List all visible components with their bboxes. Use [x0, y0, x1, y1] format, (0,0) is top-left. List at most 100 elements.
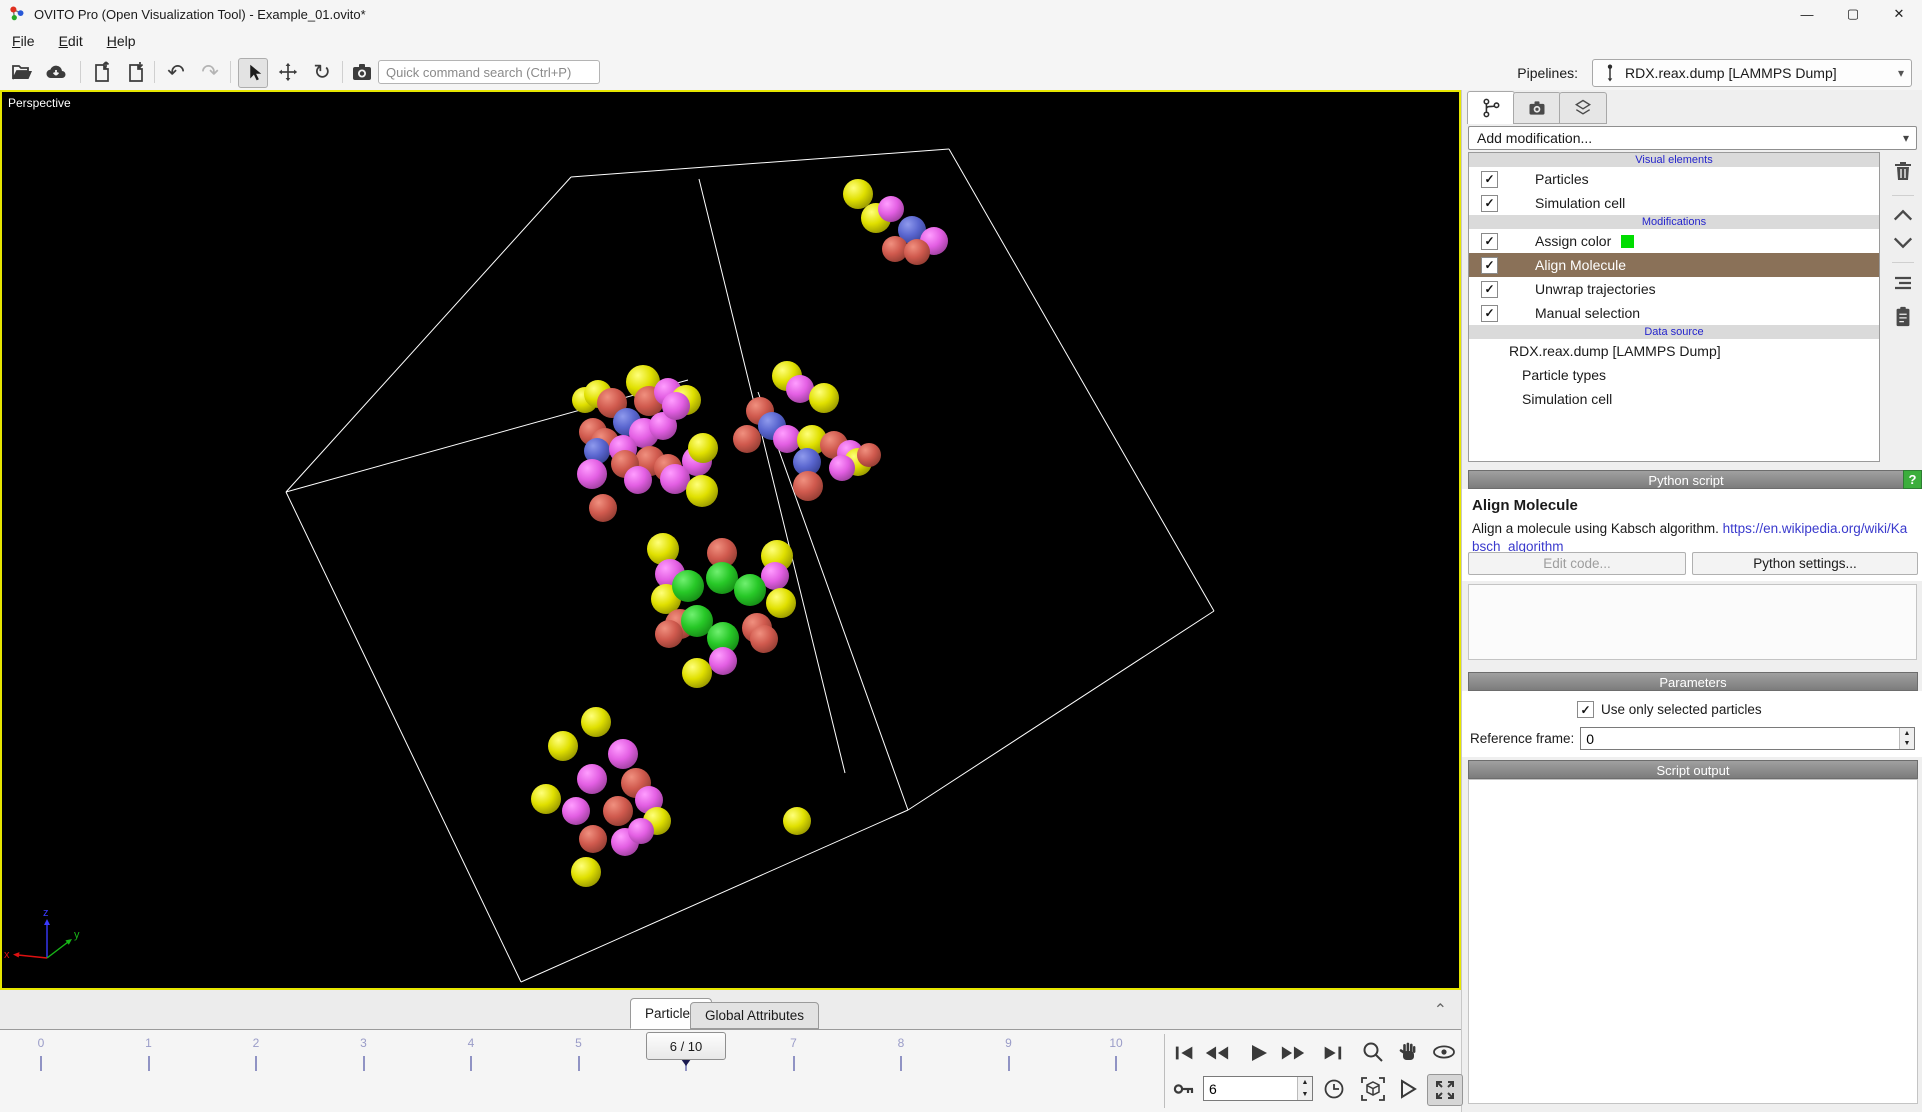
spin-up-icon[interactable]: ▲ [1900, 728, 1914, 739]
maximize-button[interactable]: ▢ [1830, 0, 1876, 28]
orbit-mode-button[interactable] [1427, 1037, 1461, 1067]
pipeline-item-particles[interactable]: ✓ Particles [1469, 167, 1879, 191]
timeline-tick-mark [40, 1056, 42, 1071]
close-button[interactable]: ✕ [1876, 0, 1922, 28]
molecule-particles[interactable] [531, 179, 948, 887]
timeline-slider-handle[interactable]: 6 / 10 [646, 1032, 726, 1060]
pan-mode-button[interactable] [1391, 1037, 1425, 1067]
pipeline-item-rdx-reax-dump-lammps-dump-[interactable]: RDX.reax.dump [LAMMPS Dump] [1469, 339, 1879, 363]
tab-render[interactable] [1513, 92, 1561, 124]
pipeline-item-simulation-cell[interactable]: ✓ Simulation cell [1469, 191, 1879, 215]
spin-down-icon[interactable]: ▼ [1298, 1089, 1312, 1101]
jump-last-frame-button[interactable] [1315, 1038, 1349, 1068]
delete-modifier-icon[interactable] [1891, 158, 1915, 184]
timeline-tick-mark [1115, 1056, 1117, 1071]
tab-global-attributes-label: Global Attributes [705, 1008, 804, 1023]
pipeline-icon [1601, 63, 1619, 83]
rotate-mode-icon[interactable]: ↻ [308, 58, 336, 86]
color-swatch[interactable] [1621, 235, 1634, 248]
timeline-tick-label: 4 [468, 1036, 475, 1050]
move-mode-icon[interactable] [274, 58, 302, 86]
menu-help[interactable]: Help [95, 30, 148, 52]
reference-frame-input[interactable] [1581, 728, 1899, 749]
redo-icon[interactable]: ↷ [196, 58, 224, 86]
pipeline-item-particle-types[interactable]: Particle types [1469, 363, 1879, 387]
item-label: Unwrap trajectories [1535, 281, 1656, 297]
script-editor-area [1468, 584, 1917, 660]
list-options-icon[interactable] [1891, 274, 1915, 292]
ovito-window: OVITO Pro (Open Visualization Tool) - Ex… [0, 0, 1922, 1112]
item-checkbox[interactable]: ✓ [1481, 195, 1498, 212]
load-session-icon[interactable] [88, 58, 116, 86]
timeline-tick-label: 10 [1109, 1036, 1122, 1050]
spin-up-icon[interactable]: ▲ [1298, 1077, 1312, 1089]
pipeline-item-simulation-cell[interactable]: Simulation cell [1469, 387, 1879, 411]
collapse-inspector-icon[interactable]: ⌃ [1434, 1000, 1447, 1020]
menu-edit[interactable]: Edit [47, 30, 95, 52]
zoom-mode-button[interactable] [1356, 1037, 1390, 1067]
tab-overlays[interactable] [1559, 92, 1607, 124]
window-controls: — ▢ ✕ [1784, 0, 1922, 28]
move-down-icon[interactable] [1892, 235, 1914, 251]
spin-down-icon[interactable]: ▼ [1900, 739, 1914, 750]
item-label: Particles [1535, 171, 1589, 187]
timeline-tick-mark [793, 1056, 795, 1071]
svg-text:y: y [74, 929, 80, 941]
minimize-button[interactable]: — [1784, 0, 1830, 28]
save-session-icon[interactable] [122, 58, 150, 86]
timeline-tick-mark [900, 1056, 902, 1071]
item-checkbox[interactable]: ✓ [1481, 233, 1498, 250]
add-modification-dropdown[interactable]: Add modification... ▾ [1468, 126, 1917, 150]
menu-file[interactable]: File [0, 30, 47, 52]
item-label: Particle types [1522, 367, 1606, 383]
item-checkbox[interactable]: ✓ [1481, 257, 1498, 274]
tab-global-attributes[interactable]: Global Attributes [690, 1002, 819, 1029]
script-output-area [1468, 779, 1918, 1104]
pipeline-list-toolbar [1886, 152, 1920, 336]
animation-key-icon[interactable] [1172, 1077, 1196, 1101]
pipeline-item-manual-selection[interactable]: ✓Manual selection [1469, 301, 1879, 325]
pipeline-section-header: Visual elements [1469, 153, 1879, 167]
undo-icon[interactable]: ↶ [162, 58, 190, 86]
item-checkbox[interactable]: ✓ [1481, 281, 1498, 298]
python-settings-button[interactable]: Python settings... [1692, 552, 1918, 575]
jump-first-frame-button[interactable] [1168, 1038, 1202, 1068]
slider-pointer-icon [681, 1059, 691, 1066]
item-checkbox[interactable]: ✓ [1481, 171, 1498, 188]
help-button[interactable]: ? [1903, 470, 1922, 489]
quick-command-search-input[interactable] [378, 60, 600, 84]
item-checkbox[interactable]: ✓ [1481, 305, 1498, 322]
clipboard-icon[interactable] [1892, 304, 1914, 330]
title-bar: OVITO Pro (Open Visualization Tool) - Ex… [0, 0, 1922, 28]
timeline-tick-mark [578, 1056, 580, 1071]
frame-spinner-input[interactable] [1204, 1077, 1297, 1100]
axis-tripod-icon: z x y [2, 906, 92, 976]
animation-settings-clock-icon[interactable] [1322, 1077, 1346, 1101]
tab-pipeline[interactable] [1467, 91, 1515, 124]
timeline-tick-mark [363, 1056, 365, 1071]
pipeline-item-unwrap-trajectories[interactable]: ✓ Unwrap trajectories [1469, 277, 1879, 301]
selection-mode-icon[interactable] [238, 58, 268, 88]
use-selected-particles-checkbox[interactable]: ✓ [1577, 701, 1594, 718]
move-up-icon[interactable] [1892, 207, 1914, 223]
item-label: Simulation cell [1535, 195, 1625, 211]
timeline-tick-label: 8 [898, 1036, 905, 1050]
maximize-viewport-button[interactable] [1427, 1074, 1463, 1106]
render-image-icon[interactable] [348, 58, 376, 86]
import-remote-file-icon[interactable] [42, 58, 70, 86]
play-button[interactable] [1242, 1038, 1276, 1068]
viewport-caption[interactable]: Perspective [8, 96, 71, 110]
timeline-tick-label: 9 [1005, 1036, 1012, 1050]
open-file-icon[interactable] [8, 58, 36, 86]
pipeline-item-align-molecule[interactable]: ✓Align Molecule [1469, 253, 1879, 277]
next-frame-button[interactable] [1276, 1038, 1310, 1068]
previous-frame-button[interactable] [1200, 1038, 1234, 1068]
reference-frame-label: Reference frame: [1470, 731, 1574, 746]
pipeline-selector[interactable]: RDX.reax.dump [LAMMPS Dump] ▾ [1592, 59, 1912, 87]
edit-code-button[interactable]: Edit code... [1468, 552, 1686, 575]
viewport-3d[interactable]: Perspective z x y [0, 90, 1461, 990]
zoom-scene-extents-button[interactable] [1356, 1074, 1390, 1104]
item-label: Simulation cell [1522, 391, 1612, 407]
render-active-viewport-button[interactable] [1391, 1074, 1425, 1104]
pipeline-item-assign-color[interactable]: ✓Assign color [1469, 229, 1879, 253]
